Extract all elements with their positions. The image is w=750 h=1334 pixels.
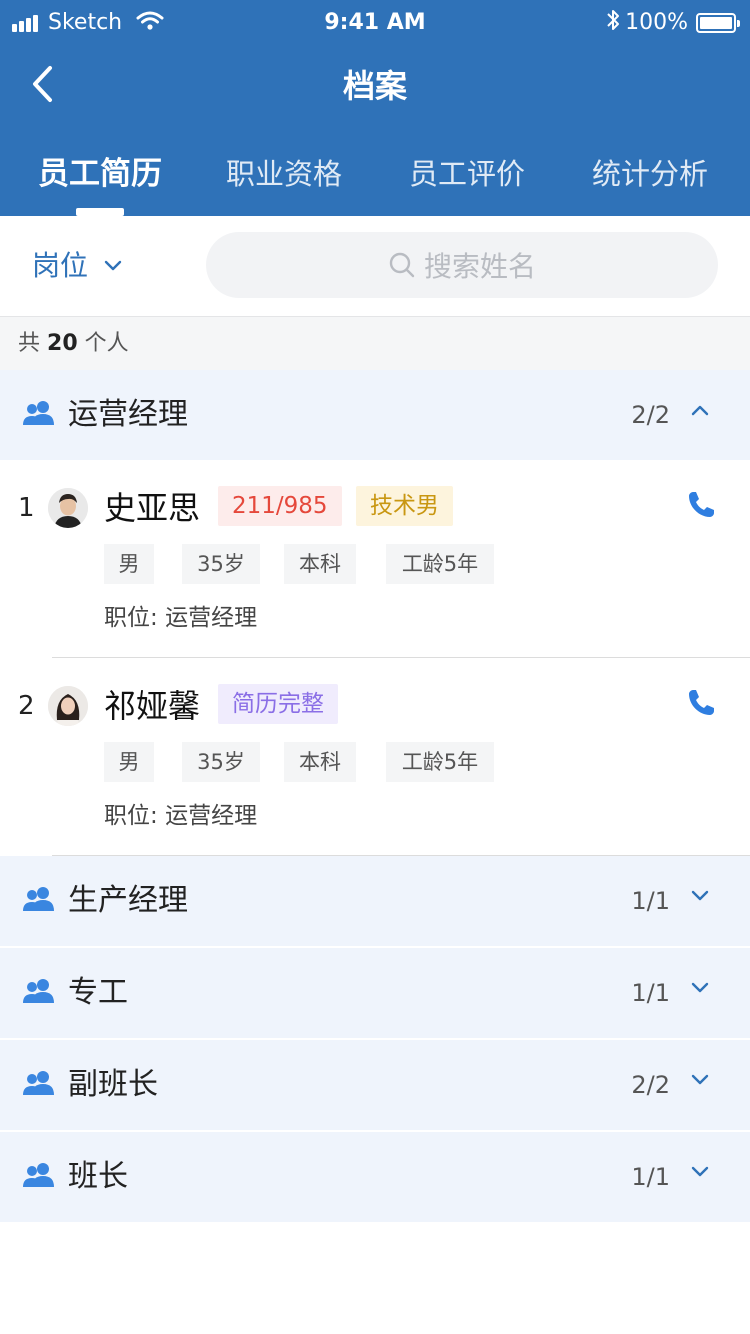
chevron-down-icon [104,260,122,272]
count-suffix: 个人 [84,331,129,356]
group-count: 1/1 [631,1163,670,1191]
people-icon [22,1070,56,1100]
people-icon [22,1162,56,1192]
chevron-down-icon [690,888,710,907]
group-header-deputy-team-leader[interactable]: 副班长 2/2 [0,1040,750,1130]
education-chip: 本科 [284,544,356,584]
group-header-production-manager[interactable]: 生产经理 1/1 [0,856,750,946]
count-value: 20 [47,331,78,356]
employee-index: 1 [18,493,35,523]
tab-statistics[interactable]: 统计分析 [580,140,720,216]
tag-badge: 技术男 [356,486,453,526]
tab-bar: 员工简历 职业资格 员工评价 统计分析 [0,140,750,216]
tab-indicator [76,208,124,216]
position-value: 运营经理 [165,803,258,829]
employee-row[interactable]: 2 祁娅馨 简历完整 男 35岁 本科 工龄5年 职位: 运营经理 [0,658,750,856]
position-line: 职位: 运营经理 [104,600,257,636]
avatar [48,686,88,726]
status-right: 100% [605,8,740,38]
gender-chip: 男 [104,742,154,782]
filter-bar: 岗位 搜索姓名 [0,216,750,316]
age-chip: 35岁 [182,544,260,584]
bluetooth-icon [605,8,621,38]
age-chip: 35岁 [182,742,260,782]
count-prefix: 共 [18,331,41,356]
employee-index: 2 [18,691,35,721]
search-icon [389,252,415,278]
tab-qualification[interactable]: 职业资格 [214,140,354,216]
people-icon [22,400,56,430]
education-chip: 本科 [284,742,356,782]
tab-evaluation[interactable]: 员工评价 [397,140,537,216]
search-input[interactable]: 搜索姓名 [206,232,718,298]
group-title: 生产经理 [68,883,188,918]
status-bar: Sketch 9:41 AM 100% [0,0,750,46]
post-filter-label: 岗位 [32,249,89,282]
tab-resume[interactable]: 员工简历 [30,140,170,216]
group-header-specialist[interactable]: 专工 1/1 [0,948,750,1038]
app-header: Sketch 9:41 AM 100% 档案 员工简历 职业资格 员工评价 统计… [0,0,750,216]
group-count: 1/1 [631,887,670,915]
position-label: 职位: [104,803,158,829]
group-title: 班长 [68,1159,128,1194]
chevron-down-icon [690,1072,710,1091]
total-count: 共 20 个人 [0,316,750,370]
gender-chip: 男 [104,544,154,584]
group-title: 副班长 [68,1067,158,1102]
battery-icon [696,13,740,33]
tag-badge: 简历完整 [218,684,338,724]
position-value: 运营经理 [165,605,258,631]
phone-icon[interactable] [686,688,716,722]
phone-icon[interactable] [686,490,716,524]
group-count: 1/1 [631,979,670,1007]
seniority-chip: 工龄5年 [386,742,494,782]
employee-name: 史亚思 [104,489,201,527]
group-count: 2/2 [631,1071,670,1099]
post-filter-dropdown[interactable]: 岗位 [32,246,122,286]
employee-name: 祁娅馨 [104,687,201,725]
position-line: 职位: 运营经理 [104,798,257,834]
group-header-team-leader[interactable]: 班长 1/1 [0,1132,750,1222]
group-title: 专工 [68,975,128,1010]
people-icon [22,978,56,1008]
group-count: 2/2 [631,401,670,429]
chevron-down-icon [690,980,710,999]
search-placeholder: 搜索姓名 [423,250,536,283]
position-label: 职位: [104,605,158,631]
employee-row[interactable]: 1 史亚思 211/985 技术男 男 35岁 本科 工龄5年 职位: 运营经理 [0,460,750,658]
nav-bar: 档案 [0,46,750,126]
page-title: 档案 [342,67,407,105]
seniority-chip: 工龄5年 [386,544,494,584]
group-header-operations-manager[interactable]: 运营经理 2/2 [0,370,750,460]
avatar [48,488,88,528]
people-icon [22,886,56,916]
battery-percent: 100% [625,10,688,35]
group-title: 运营经理 [68,397,188,432]
chevron-up-icon [690,402,710,421]
chevron-down-icon [690,1164,710,1183]
tag-badge: 211/985 [218,486,342,526]
